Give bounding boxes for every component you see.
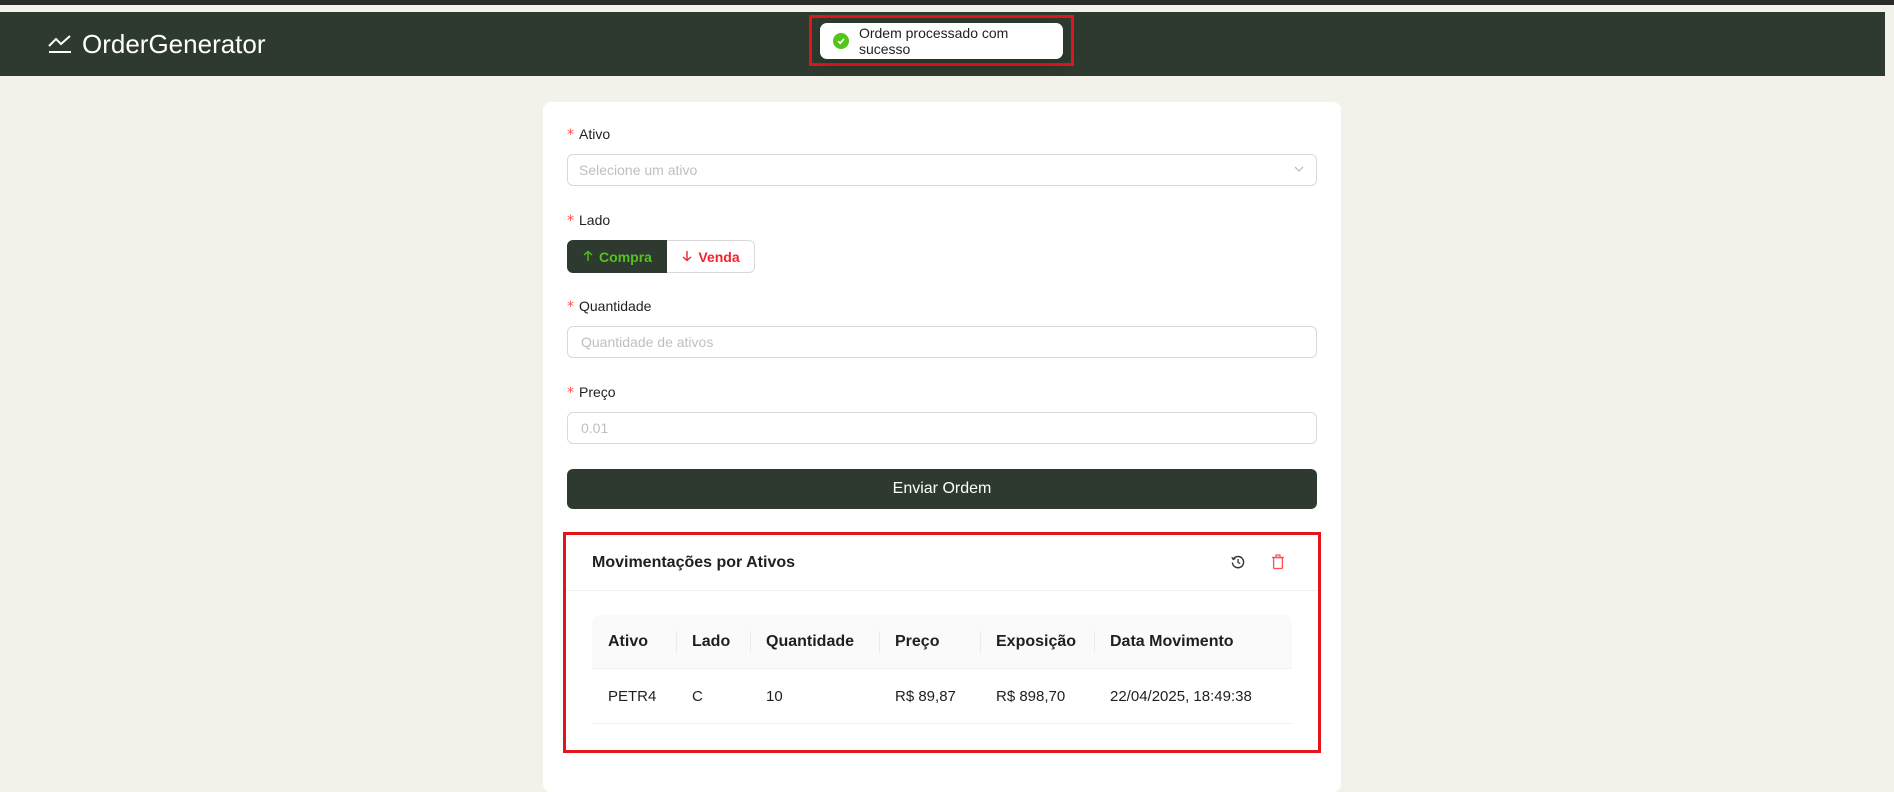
required-mark: *: [567, 385, 574, 401]
lado-segmented: Compra Venda: [567, 240, 755, 273]
col-data-movimento: Data Movimento: [1094, 615, 1292, 668]
brand-title: OrderGenerator: [82, 28, 266, 59]
movimentacoes-table: Ativo Lado Quantidade Preço Exposição Da…: [592, 615, 1292, 724]
venda-button[interactable]: Venda: [667, 240, 755, 273]
col-quantidade: Quantidade: [750, 615, 879, 668]
cell-ativo: PETR4: [608, 687, 657, 705]
cell-data-movimento: 22/04/2025, 18:49:38: [1110, 687, 1252, 705]
movimentacoes-title: Movimentações por Ativos: [592, 554, 796, 571]
check-circle-icon: [833, 33, 849, 49]
cell-quantidade: 10: [766, 687, 783, 705]
col-exposicao: Exposição: [980, 615, 1094, 668]
cell-exposicao: R$ 898,70: [996, 687, 1066, 705]
history-icon[interactable]: [1228, 552, 1248, 572]
arrow-down-icon: [681, 249, 693, 265]
col-lado: Lado: [676, 615, 750, 668]
movimentacoes-panel: Movimentações por Ativos Ativo Lado Quan…: [563, 532, 1321, 753]
movimentacoes-header: Movimentações por Ativos: [566, 535, 1318, 591]
cell-preco: R$ 89,87: [895, 687, 956, 705]
top-border: [0, 0, 1894, 5]
quantidade-input[interactable]: [579, 333, 1305, 351]
chevron-down-icon: [1293, 162, 1305, 178]
compra-label: Compra: [599, 248, 652, 265]
preco-input-wrapper: [567, 412, 1317, 444]
lado-label: * Lado: [567, 212, 611, 229]
quantidade-input-wrapper: [567, 326, 1317, 358]
ativo-select-placeholder: Selecione um ativo: [579, 162, 698, 178]
compra-button[interactable]: Compra: [567, 240, 667, 273]
toast-highlight: Ordem processado com sucesso: [809, 15, 1074, 66]
enviar-ordem-button[interactable]: Enviar Ordem: [567, 469, 1317, 509]
required-mark: *: [567, 213, 574, 229]
delete-icon[interactable]: [1268, 552, 1288, 572]
cell-lado: C: [692, 687, 703, 705]
col-preco: Preço: [879, 615, 980, 668]
table-row: PETR4 C 10 R$ 89,87 R$ 898,70 22/04/2025…: [592, 669, 1292, 724]
preco-label: * Preço: [567, 384, 616, 401]
required-mark: *: [567, 299, 574, 315]
order-form-card: * Ativo Selecione um ativo * Lado Compra V…: [543, 102, 1341, 792]
ativo-label: * Ativo: [567, 126, 611, 143]
preco-input[interactable]: [579, 419, 1305, 437]
col-ativo: Ativo: [608, 632, 648, 650]
toast-message: Ordem processado com sucesso: [858, 25, 1009, 57]
required-mark: *: [567, 127, 574, 143]
quantidade-label: * Quantidade: [567, 298, 652, 315]
venda-label: Venda: [698, 248, 740, 265]
line-chart-icon: [48, 34, 72, 54]
table-header: Ativo Lado Quantidade Preço Exposição Da…: [592, 615, 1292, 669]
ativo-select[interactable]: Selecione um ativo: [567, 154, 1317, 186]
success-toast: Ordem processado com sucesso: [820, 23, 1063, 59]
brand[interactable]: OrderGenerator: [48, 29, 266, 60]
arrow-up-icon: [582, 249, 594, 265]
